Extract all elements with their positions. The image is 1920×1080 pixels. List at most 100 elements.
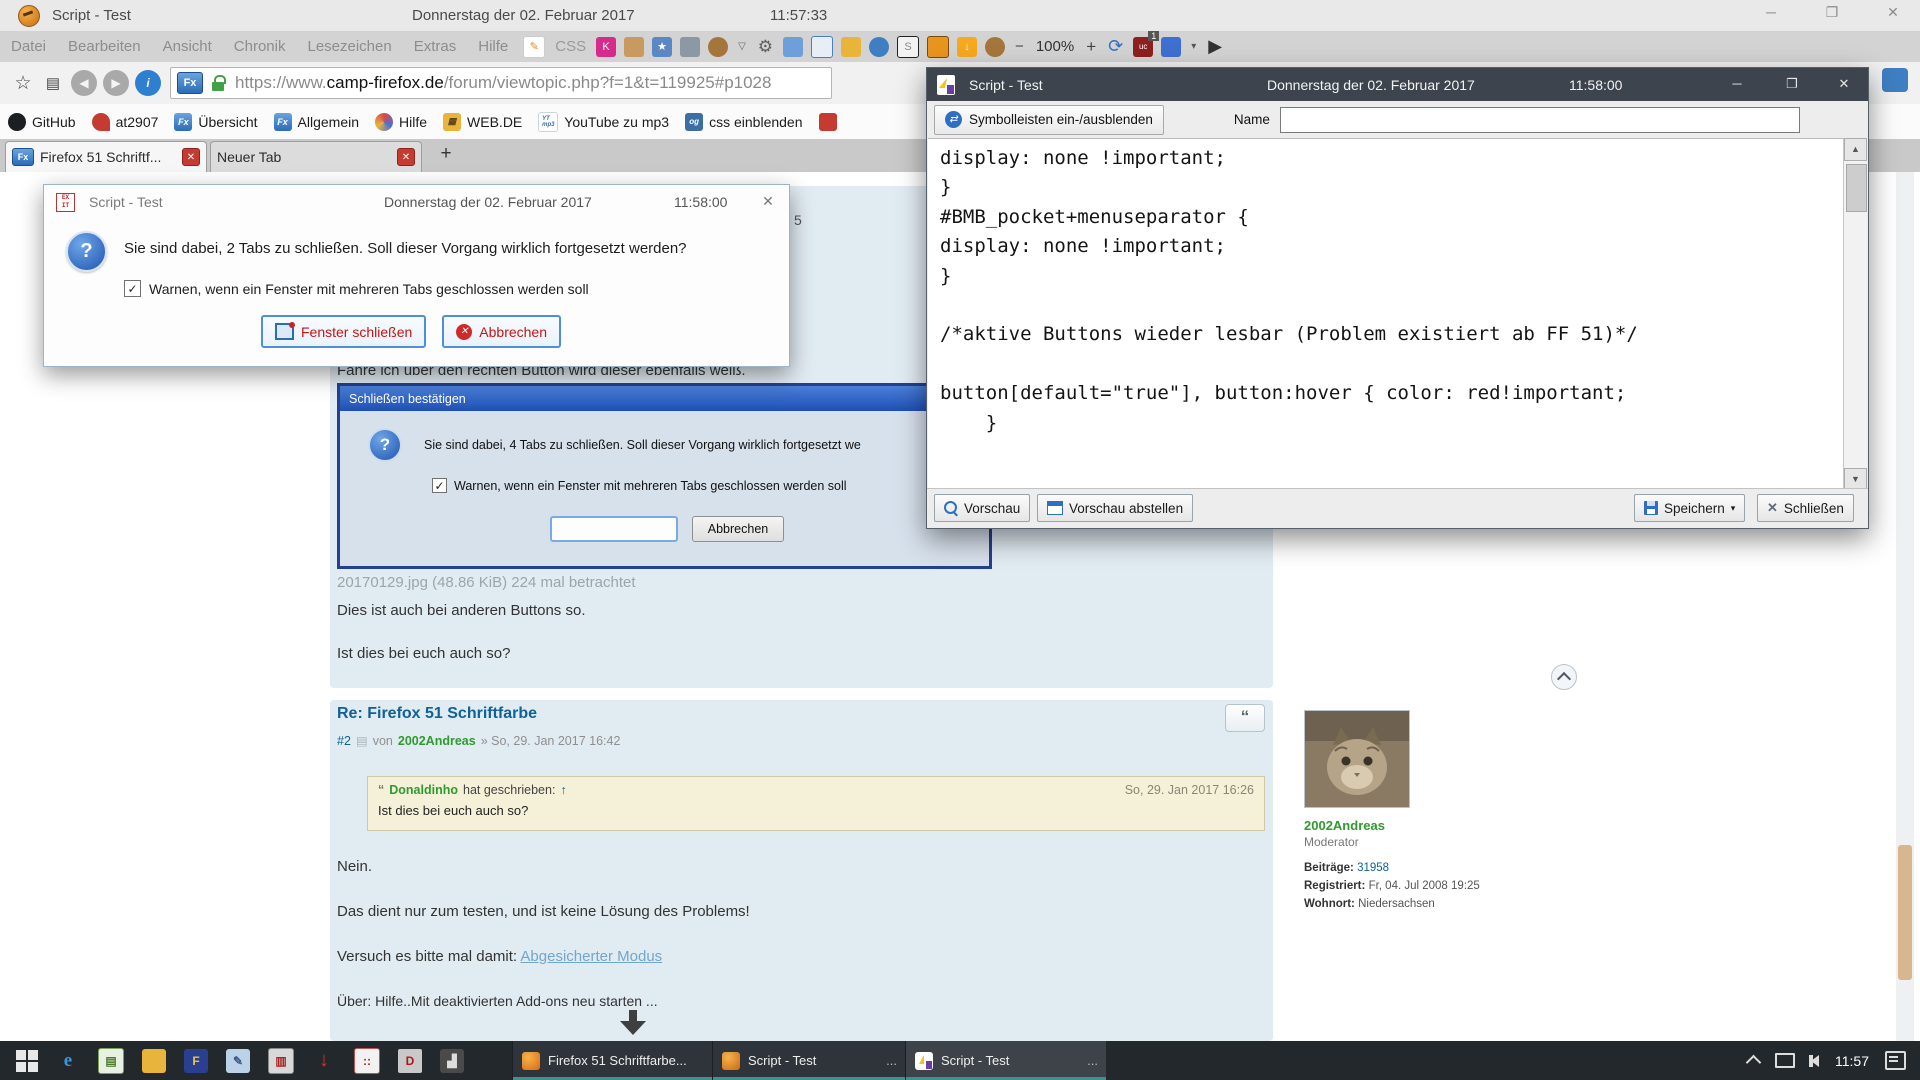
bookmark-star-icon[interactable]: ☆ [8,68,38,98]
camera-icon[interactable]: ▟ [440,1049,464,1073]
bookmark-window-icon[interactable]: ★ [652,37,672,57]
red-download-icon[interactable]: ↓ [312,1049,336,1073]
notes-pencil-icon[interactable]: ✎ [523,36,545,58]
abgesicherter-modus-link[interactable]: Abgesicherter Modus [520,948,662,965]
microphone-icon[interactable] [680,37,700,57]
page-scrollbar[interactable] [1896,172,1914,1041]
clipboard-icon[interactable]: ▤ [38,68,68,98]
speichern-button[interactable]: Speichern ▾ [1634,494,1745,522]
gear-icon[interactable]: ⚙ [758,37,773,57]
network-icon[interactable] [1775,1053,1795,1068]
checkbox-checked[interactable]: ✓ [124,280,141,297]
tab-neuer-tab[interactable]: Neuer Tab ✕ [210,141,422,172]
post-title-link[interactable]: Re: Firefox 51 Schriftfarbe [337,705,537,723]
back-button[interactable]: ◀ [71,70,97,96]
https-lock-icon[interactable] [209,72,227,94]
bookmark-youtube-mp3[interactable]: YTmp3YouTube zu mp3 [538,112,669,132]
scrollbar-thumb[interactable] [1898,845,1912,980]
broom-icon[interactable] [624,37,644,57]
quote-author[interactable]: Donaldinho [389,783,458,797]
window-list-icon[interactable] [811,36,833,58]
url-bar[interactable]: Fx https://www.camp-firefox.de/forum/vie… [170,67,832,99]
post-count-link[interactable]: 31958 [1357,862,1389,874]
editor-scrollbar-thumb[interactable] [1846,164,1867,212]
maximize-button[interactable]: ❐ [1817,4,1847,21]
bookmark-hilfe[interactable]: Hilfe [375,113,427,131]
css-toggle-label[interactable]: CSS [555,38,586,55]
taskbar-app-script-test-2[interactable]: Script - Test ... [905,1041,1106,1080]
monkey-icon-2[interactable] [985,37,1005,57]
bookmark-partial-icon[interactable] [819,113,843,131]
taskbar-clock[interactable]: 11:57 [1835,1053,1869,1069]
menu-ansicht[interactable]: Ansicht [163,38,212,55]
post-number-link[interactable]: #2 [337,734,351,748]
typewriter-icon[interactable]: ▥ [268,1048,294,1074]
yellow-folder-icon[interactable] [841,37,861,57]
scroll-to-top-button[interactable] [1551,664,1577,690]
quote-jump-arrow[interactable]: ↑ [560,783,566,797]
quote-button[interactable]: “ [1225,704,1265,732]
bookmark-at2907[interactable]: at2907 [92,113,159,131]
editor-scrollbar[interactable]: ▲ ▼ [1843,138,1867,491]
dialog-close-icon[interactable]: ✕ [756,193,780,210]
vorschau-button[interactable]: Vorschau [934,494,1030,522]
notification-center-icon[interactable] [1885,1051,1906,1070]
tab-close-icon[interactable]: ✕ [397,148,415,166]
bookmark-webde[interactable]: ▦WEB.DE [443,113,522,131]
menu-datei[interactable]: Datei [11,38,46,55]
edge-icon[interactable]: e [56,1049,80,1073]
bookmark-allgemein[interactable]: FxAllgemein [274,113,359,131]
code-editor-area[interactable]: display: none !important; } #BMB_pocket+… [928,138,1845,491]
tray-expand-icon[interactable] [1746,1055,1762,1071]
profile-username-link[interactable]: 2002Andreas [1304,818,1554,833]
download-arrow-icon[interactable]: ↓ [957,37,977,57]
dialog-checkbox-row[interactable]: ✓ Warnen, wenn ein Fenster mit mehreren … [124,280,589,297]
bookmark-uebersicht[interactable]: FxÜbersicht [174,113,257,131]
magix-icon[interactable]: K [596,37,616,57]
taskbar-app-script-test-1[interactable]: Script - Test ... [712,1041,905,1080]
vorschau-abstellen-button[interactable]: Vorschau abstellen [1037,494,1193,522]
dropdown-arrow-icon[interactable]: ▽ [738,41,746,52]
save-dropdown-caret[interactable]: ▾ [1731,503,1736,514]
editor-minimize-button[interactable]: ─ [1722,76,1752,91]
tab-firefox-51-schriftfarbe[interactable]: Fx Firefox 51 Schriftf... ✕ [5,141,207,172]
feather-icon[interactable]: ✎ [226,1049,250,1073]
folder-icon[interactable] [142,1049,166,1073]
post-author-link[interactable]: 2002Andreas [398,734,476,748]
fenster-schliessen-button[interactable]: Fenster schließen [261,315,426,348]
d-app-icon[interactable]: D [398,1049,422,1073]
addons-caret-icon[interactable]: ▾ [1191,41,1196,52]
zoom-out-icon[interactable]: − [1015,38,1024,55]
menu-bearbeiten[interactable]: Bearbeiten [68,38,141,55]
scroll-up-arrow[interactable]: ▲ [1844,138,1867,161]
notepad-icon[interactable]: ▤ [98,1048,124,1074]
sidebar-toggle-icon[interactable] [1882,68,1908,92]
menu-extras[interactable]: Extras [414,38,457,55]
abbrechen-button[interactable]: ✕ Abbrechen [442,315,561,348]
forward-button[interactable]: ▶ [103,70,129,96]
stylish-icon[interactable]: S [897,36,919,58]
avatar[interactable] [1304,710,1410,808]
attachment-screenshot[interactable]: Schließen bestätigen ? Sie sind dabei, 4… [337,383,992,569]
ublock-shield-icon[interactable]: uc 1 [1133,37,1153,57]
menu-chronik[interactable]: Chronik [234,38,286,55]
new-tab-button[interactable]: + [432,143,460,170]
zoom-in-icon[interactable]: + [1086,37,1096,57]
schliessen-button[interactable]: ✕ Schließen [1757,494,1854,522]
toggle-toolbars-button[interactable]: ⇄ Symbolleisten ein-/ausblenden [934,105,1164,135]
menu-hilfe[interactable]: Hilfe [478,38,508,55]
editor-close-button[interactable]: ✕ [1829,76,1859,92]
bookmark-github[interactable]: GitHub [8,113,76,131]
sync-icon[interactable]: ⟳ [1108,36,1123,57]
menu-lesezeichen[interactable]: Lesezeichen [307,38,391,55]
info-icon[interactable]: i [135,70,161,96]
name-input[interactable] [1280,107,1800,133]
blue-folder-icon[interactable] [783,37,803,57]
start-button[interactable] [16,1050,38,1072]
close-button[interactable]: ✕ [1878,4,1908,21]
bookmark-css-einblenden[interactable]: ogcss einblenden [685,113,802,131]
editor-maximize-button[interactable]: ❐ [1777,76,1807,92]
f-app-icon[interactable]: F [184,1049,208,1073]
tab-close-icon[interactable]: ✕ [182,148,200,166]
taskbar-app-firefox[interactable]: Firefox 51 Schriftfarbe... [512,1041,712,1080]
